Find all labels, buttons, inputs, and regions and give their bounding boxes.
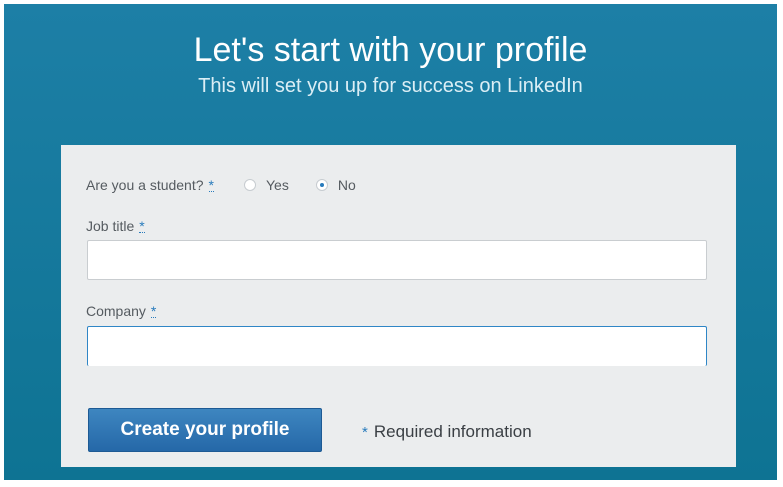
student-question-row: Are you a student? * Yes No: [86, 175, 356, 195]
student-yes-radio[interactable]: [243, 179, 256, 191]
job-title-label: Job title: [86, 218, 135, 234]
student-yes-label[interactable]: Yes: [266, 177, 289, 193]
required-info-text: Required information: [373, 422, 532, 441]
required-star: *: [208, 176, 214, 193]
student-no-label[interactable]: No: [338, 177, 356, 193]
student-question-label: Are you a student?: [86, 177, 204, 193]
required-info-note: * Required information: [362, 422, 532, 442]
page-title: Let's start with your profile: [193, 31, 588, 69]
page-subtitle: This will set you up for success on Link…: [198, 75, 583, 97]
signup-background: Let's start with your profile This will …: [4, 4, 777, 480]
header: Let's start with your profile This will …: [4, 4, 777, 98]
required-star: *: [362, 423, 368, 441]
create-profile-button[interactable]: Create your profile: [88, 408, 322, 452]
student-no-radio[interactable]: [315, 179, 328, 191]
job-title-label-row: Job title *: [86, 218, 145, 234]
company-label-row: Company *: [86, 302, 157, 319]
required-star: *: [139, 217, 145, 234]
job-title-input[interactable]: [87, 240, 707, 280]
company-label: Company: [86, 303, 146, 319]
company-input[interactable]: [87, 326, 707, 366]
required-star: *: [150, 302, 157, 319]
profile-form-card: Are you a student? * Yes No Job title * …: [61, 145, 736, 467]
